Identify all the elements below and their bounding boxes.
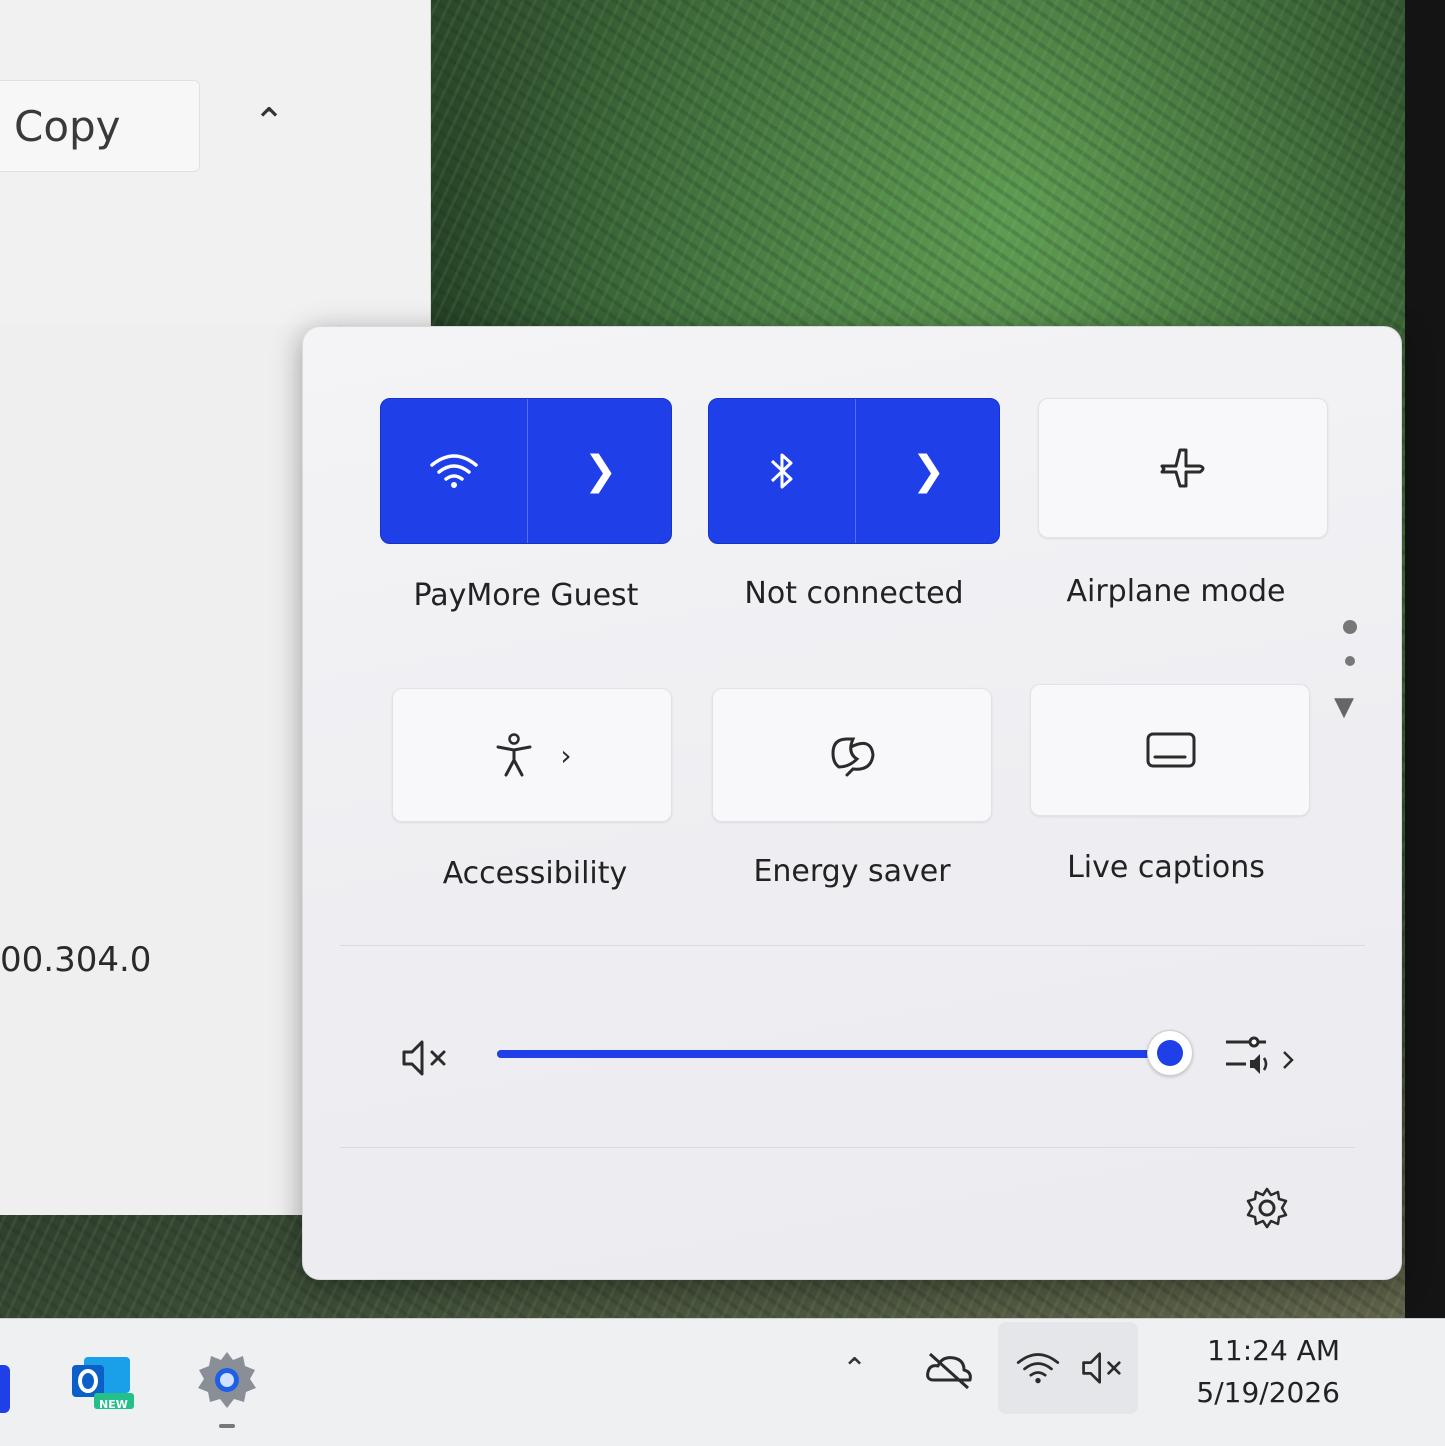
version-text: 00.304.0 <box>0 940 152 980</box>
settings-gear-icon[interactable] <box>1245 1186 1289 1230</box>
clock-date: 5/19/2026 <box>1196 1376 1340 1409</box>
energy-saver-icon <box>831 737 875 777</box>
monitor-bezel <box>1405 0 1445 1445</box>
system-clock[interactable]: 11:24 AM 5/19/2026 <box>1160 1330 1340 1414</box>
settings-app-icon <box>198 1352 256 1408</box>
accessibility-icon <box>496 733 532 777</box>
volume-slider-track[interactable] <box>497 1050 1169 1058</box>
background-window-panel <box>0 325 341 1215</box>
wifi-icon <box>430 454 478 488</box>
copy-button[interactable]: Copy <box>0 80 200 172</box>
bluetooth-tile[interactable]: ❯ <box>708 398 1000 544</box>
section-divider <box>340 1147 1355 1148</box>
partial-app-icon[interactable] <box>0 1365 10 1413</box>
bluetooth-icon <box>770 453 793 489</box>
wifi-toggle[interactable] <box>381 399 527 543</box>
next-page-arrow-icon[interactable]: ▼ <box>1334 692 1354 722</box>
wifi-tile-label: PayMore Guest <box>413 578 639 613</box>
onedrive-offline-icon[interactable] <box>924 1350 974 1390</box>
chevron-right-icon: ❯ <box>911 448 946 494</box>
audio-output-select-icon[interactable] <box>1222 1032 1302 1076</box>
volume-slider-fill <box>497 1050 1169 1058</box>
wifi-tile[interactable]: ❯ <box>380 398 672 544</box>
settings-app-button[interactable] <box>192 1348 262 1418</box>
page-indicator-dot[interactable] <box>1343 620 1357 634</box>
show-hidden-icons-caret[interactable]: ⌃ <box>842 1352 867 1387</box>
energy-saver-tile[interactable] <box>712 688 992 822</box>
bluetooth-tile-label: Not connected <box>744 576 964 611</box>
wifi-expand-button[interactable]: ❯ <box>528 399 673 543</box>
airplane-mode-tile-label: Airplane mode <box>1066 574 1286 609</box>
wifi-icon <box>1016 1353 1060 1384</box>
airplane-icon <box>1160 448 1205 488</box>
running-app-indicator <box>219 1424 235 1428</box>
page-indicator-dot[interactable] <box>1345 656 1355 666</box>
clock-time: 11:24 AM <box>1207 1334 1340 1367</box>
bluetooth-expand-button[interactable]: ❯ <box>856 399 1001 543</box>
outlook-new-app-button[interactable]: NEW <box>68 1348 138 1418</box>
outlook-new-badge: NEW <box>99 1398 128 1411</box>
volume-slider-thumb[interactable] <box>1147 1030 1193 1076</box>
accessibility-tile-label: Accessibility <box>442 856 628 891</box>
chevron-right-icon: › <box>560 738 572 772</box>
volume-muted-icon <box>1082 1352 1121 1384</box>
live-captions-tile-label: Live captions <box>1067 850 1265 885</box>
chevron-right-icon: ❯ <box>583 448 618 494</box>
energy-saver-tile-label: Energy saver <box>753 854 951 889</box>
volume-muted-icon[interactable] <box>400 1036 456 1080</box>
live-captions-tile[interactable] <box>1030 684 1310 816</box>
section-divider <box>340 945 1365 946</box>
live-captions-icon <box>1146 732 1196 768</box>
accessibility-tile[interactable]: › <box>392 688 672 822</box>
airplane-mode-tile[interactable] <box>1038 398 1328 538</box>
bluetooth-toggle[interactable] <box>709 399 855 543</box>
collapse-chevron-up-icon[interactable]: ⌃ <box>245 98 293 146</box>
